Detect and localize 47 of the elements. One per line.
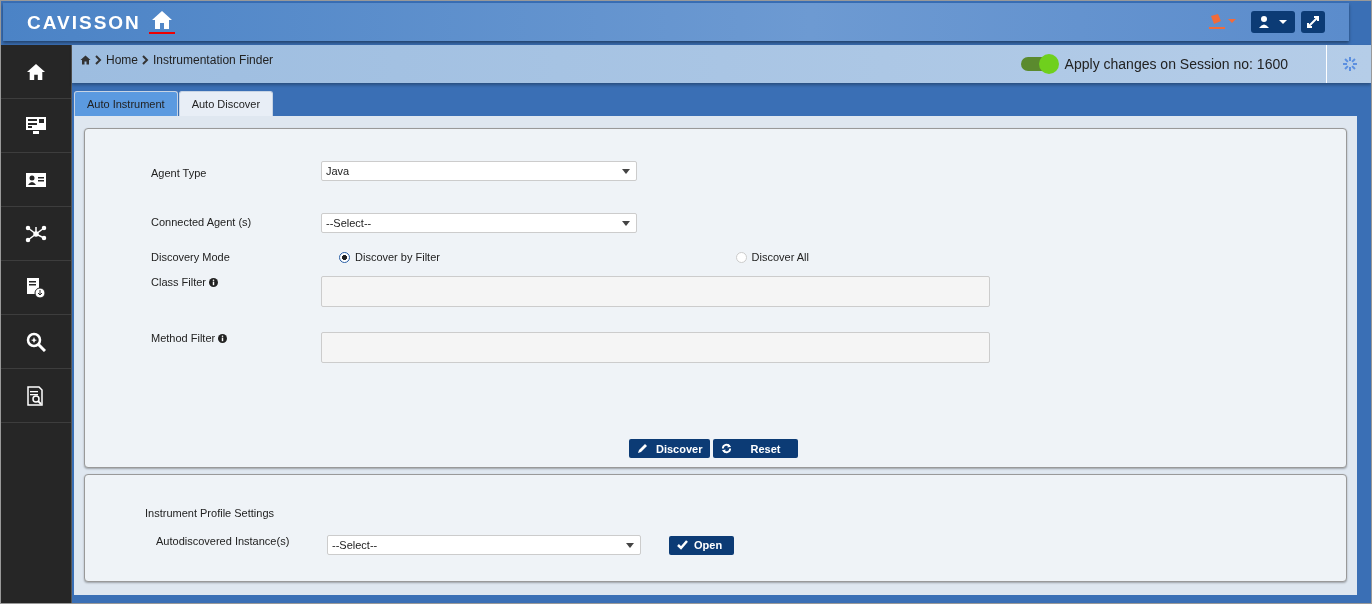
monitor-icon[interactable] [26,116,46,135]
radio-option[interactable]: Discover by Filter [339,251,440,263]
network-icon[interactable] [25,224,47,243]
refresh-icon [721,443,733,454]
instance-select[interactable]: --Select-- [327,535,641,555]
expand-button[interactable] [1301,11,1325,33]
report-download-icon[interactable] [27,277,45,298]
home-icon[interactable] [80,55,91,65]
tab[interactable]: Auto Instrument [74,91,178,116]
breadcrumb-item: Instrumentation Finder [153,53,274,67]
open-button[interactable]: Open [669,535,735,555]
connected-agent-select[interactable]: --Select-- [321,213,637,233]
radio-option[interactable]: Discover All [735,251,809,263]
logo: CAVISSON [27,12,141,34]
chevron-right-icon [95,55,102,65]
document-search-icon[interactable] [27,385,45,406]
caret-down-icon [622,168,630,174]
field-label: Class Filter [151,276,321,288]
home-icon[interactable] [26,62,46,81]
caret-down-icon [626,542,634,548]
field-label: Autodiscovered Instance(s) [156,535,291,547]
info-icon [209,277,218,287]
agent-type-select[interactable]: Java [321,161,637,181]
info-icon [218,333,228,343]
check-icon [677,540,688,550]
expand-icon [1307,16,1319,28]
breadcrumb-item[interactable]: Home [106,53,138,67]
discover-button[interactable]: Discover [629,439,711,458]
user-menu-button[interactable] [1251,11,1295,33]
id-card-icon[interactable] [26,172,46,187]
pencil-icon [637,443,648,454]
reset-button[interactable]: Reset [713,439,799,458]
method-filter-field[interactable] [321,332,990,363]
field-label: Discovery Mode [151,251,231,263]
caret-down-icon [622,220,630,226]
section-title: Instrument Profile Settings [145,507,275,519]
class-filter-field[interactable] [321,276,990,307]
user-caret-icon [1259,16,1287,28]
search-icon[interactable] [26,331,46,352]
tab[interactable]: Auto Discover [178,91,274,116]
chevron-right-icon [142,55,149,65]
field-label: Method Filter [151,332,321,344]
field-label: Connected Agent (s) [151,216,253,228]
session-toggle[interactable] [1020,57,1057,71]
session-label: Apply changes on Session no: 1600 [1064,56,1288,72]
field-label: Agent Type [151,167,208,179]
loading-spinner-icon [1341,55,1359,73]
